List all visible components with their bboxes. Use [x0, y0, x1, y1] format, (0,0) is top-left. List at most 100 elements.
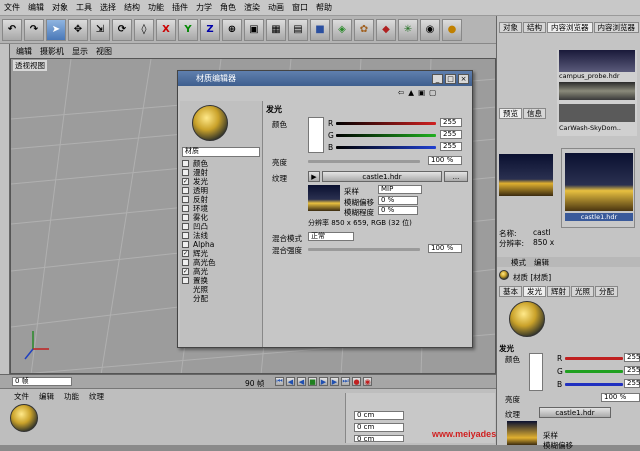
- viewport-menu-display[interactable]: 显示: [72, 46, 88, 57]
- channel-checkbox[interactable]: [182, 232, 189, 239]
- material-name-field[interactable]: 材质: [182, 147, 260, 157]
- attr-red-slider[interactable]: [565, 357, 623, 360]
- render-picture-icon[interactable]: ▦: [266, 18, 286, 41]
- channel-checkbox[interactable]: [182, 187, 189, 194]
- channel-checkbox[interactable]: ✓: [182, 268, 189, 275]
- minimize-icon[interactable]: _: [432, 73, 443, 84]
- red-slider[interactable]: [336, 122, 436, 125]
- tab-preview[interactable]: 预览: [499, 108, 522, 119]
- b-field[interactable]: 255: [440, 142, 462, 151]
- timeline[interactable]: 0 帧 90 帧 ⏮ ◀ ◀ ■ ▶ ▶ ⏭ ● ◉: [0, 374, 496, 388]
- maximize-icon[interactable]: □: [445, 73, 456, 84]
- menu-character[interactable]: 角色: [216, 2, 240, 13]
- attr-green-slider[interactable]: [565, 370, 623, 373]
- tab-content-browser-2[interactable]: 内容浏览器: [593, 22, 639, 33]
- up-arrow-icon[interactable]: ▲: [408, 88, 414, 97]
- back-arrow-icon[interactable]: ⇦: [398, 88, 404, 97]
- tab-objects[interactable]: 对象: [499, 22, 522, 33]
- scene-icon[interactable]: ✳: [398, 18, 418, 41]
- attr-tab-illumination[interactable]: 光照: [571, 286, 594, 297]
- attr-color-swatch[interactable]: [529, 353, 543, 391]
- channel-checkbox[interactable]: [182, 277, 189, 284]
- green-slider[interactable]: [336, 134, 436, 137]
- channel-item[interactable]: 法线: [182, 231, 262, 240]
- attr-tab-glow[interactable]: 辉射: [547, 286, 570, 297]
- tab-info[interactable]: 信息: [523, 108, 546, 119]
- light-icon[interactable]: ●: [442, 18, 462, 41]
- go-end-icon[interactable]: ⏭: [341, 377, 350, 386]
- menu-plugins[interactable]: 插件: [168, 2, 192, 13]
- scale-icon[interactable]: ⇲: [90, 18, 110, 41]
- coord-z-field[interactable]: 0 cm: [354, 435, 404, 443]
- brightness-field[interactable]: 100 %: [428, 156, 462, 165]
- attr-brightness-field[interactable]: 100 %: [601, 393, 640, 402]
- texture-file-button[interactable]: castle1.hdr: [322, 171, 442, 182]
- frame-start-field[interactable]: 0 帧: [12, 377, 72, 386]
- menu-function[interactable]: 功能: [144, 2, 168, 13]
- attr-g-field[interactable]: 255: [624, 366, 640, 375]
- attr-menu-mode[interactable]: 模式: [511, 257, 526, 268]
- tab-structure[interactable]: 结构: [523, 22, 546, 33]
- coord-system-icon[interactable]: ⊕: [222, 18, 242, 41]
- cube-icon[interactable]: ■: [310, 18, 330, 41]
- blur-offset-field[interactable]: 0 %: [378, 196, 418, 205]
- channel-checkbox[interactable]: [182, 259, 189, 266]
- mix-strength-field[interactable]: 100 %: [428, 244, 462, 253]
- channel-checkbox[interactable]: ✓: [182, 178, 189, 185]
- viewport-menu-camera[interactable]: 摄影机: [40, 46, 64, 57]
- viewport-menu-view[interactable]: 视图: [96, 46, 112, 57]
- material-thumbnail[interactable]: [10, 404, 38, 432]
- attr-texture-button[interactable]: castle1.hdr: [539, 407, 611, 418]
- menu-tools[interactable]: 工具: [72, 2, 96, 13]
- camera-icon[interactable]: ◉: [420, 18, 440, 41]
- autokey-icon[interactable]: ◉: [363, 377, 372, 386]
- mix-mode-dropdown[interactable]: 正常: [308, 232, 354, 241]
- dialog-titlebar[interactable]: 材质编辑器 _ □ ×: [178, 71, 472, 86]
- texture-browse-button[interactable]: ...: [444, 171, 468, 182]
- texture-arrow-button[interactable]: ▶: [308, 171, 320, 182]
- menu-animation[interactable]: 动画: [264, 2, 288, 13]
- menu-edit[interactable]: 编辑: [24, 2, 48, 13]
- channel-checkbox[interactable]: [182, 196, 189, 203]
- mm-menu-file[interactable]: 文件: [14, 391, 29, 402]
- axis-x-button[interactable]: X: [156, 18, 176, 41]
- menu-file[interactable]: 文件: [0, 2, 24, 13]
- mm-menu-function[interactable]: 功能: [64, 391, 79, 402]
- recent-tool-icon[interactable]: ◊: [134, 18, 154, 41]
- nurbs-icon[interactable]: ◈: [332, 18, 352, 41]
- prev-key-icon[interactable]: ◀: [286, 377, 295, 386]
- channel-checkbox[interactable]: [182, 169, 189, 176]
- select-arrow-icon[interactable]: ➤: [46, 18, 66, 41]
- viewport-menu-edit[interactable]: 编辑: [16, 46, 32, 57]
- lock-icon[interactable]: ▣: [418, 88, 425, 97]
- attr-tab-luminance[interactable]: 发光: [523, 286, 546, 297]
- go-start-icon[interactable]: ⏮: [275, 377, 284, 386]
- coord-y-field[interactable]: 0 cm: [354, 423, 404, 432]
- channel-checkbox[interactable]: [182, 241, 189, 248]
- attr-r-field[interactable]: 255: [624, 353, 640, 362]
- redo-icon[interactable]: ↷: [24, 18, 44, 41]
- play-back-icon[interactable]: ◀: [297, 377, 306, 386]
- record-icon[interactable]: ●: [352, 377, 361, 386]
- attr-menu-edit[interactable]: 编辑: [534, 257, 549, 268]
- axis-z-button[interactable]: Z: [200, 18, 220, 41]
- menu-object[interactable]: 对象: [48, 2, 72, 13]
- attr-tab-assign[interactable]: 分配: [595, 286, 618, 297]
- close-icon[interactable]: ×: [458, 73, 469, 84]
- undo-icon[interactable]: ↶: [2, 18, 22, 41]
- array-icon[interactable]: ✿: [354, 18, 374, 41]
- menu-dynamics[interactable]: 力学: [192, 2, 216, 13]
- menu-select[interactable]: 选择: [96, 2, 120, 13]
- channel-checkbox[interactable]: ✓: [182, 250, 189, 257]
- menu-render[interactable]: 渲染: [240, 2, 264, 13]
- color-swatch[interactable]: [308, 117, 324, 153]
- channel-checkbox[interactable]: [182, 214, 189, 221]
- material-preview-sphere[interactable]: [192, 105, 228, 141]
- move-icon[interactable]: ✥: [68, 18, 88, 41]
- g-field[interactable]: 255: [440, 130, 462, 139]
- tab-content-browser[interactable]: 内容浏览器: [547, 22, 593, 33]
- hdr-thumb-sphere[interactable]: [559, 82, 635, 100]
- rotate-icon[interactable]: ⟳: [112, 18, 132, 41]
- attr-blue-slider[interactable]: [565, 383, 623, 386]
- r-field[interactable]: 255: [440, 118, 462, 127]
